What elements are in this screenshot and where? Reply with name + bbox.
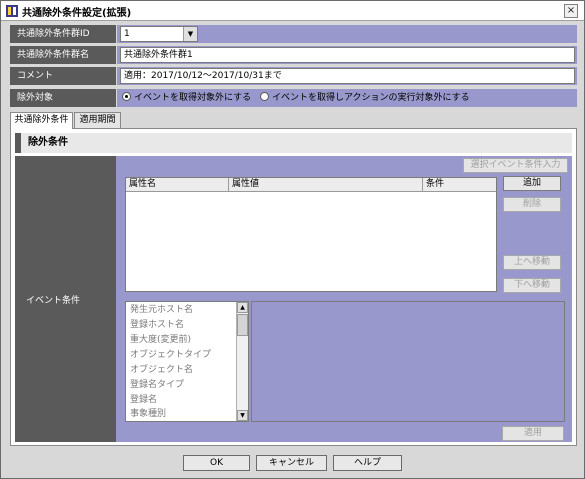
comment-row: コメント 適用：2017/10/12～2017/10/31まで (10, 67, 577, 85)
radio-selected-icon[interactable] (122, 92, 131, 101)
help-button[interactable]: ヘルプ (333, 455, 402, 471)
dialog-window: 共通除外条件設定(拡張) × 共通除外条件群ID 1 ▼ 共通除外条件群名 共通… (0, 0, 585, 479)
tab-apply-period[interactable]: 適用期間 (74, 112, 121, 128)
condition-table: 属性名 属性値 条件 (125, 177, 497, 292)
section-marker (15, 133, 21, 153)
radio-unselected-icon[interactable] (260, 92, 269, 101)
group-name-row: 共通除外条件群名 共通除外条件群1 (10, 46, 577, 64)
column-header-condition[interactable]: 条件 (423, 178, 496, 191)
column-header-attribute-name[interactable]: 属性名 (126, 178, 229, 191)
ok-button[interactable]: OK (183, 455, 250, 471)
app-icon (6, 5, 18, 17)
list-item[interactable]: 登録名タイプ (130, 379, 184, 392)
tab-panel: 除外条件 イベント条件 選択イベント条件入力 属性名 属性値 条件 追加 削除 … (10, 128, 577, 446)
event-condition-label-cell: イベント条件 (15, 156, 116, 442)
window-title: 共通除外条件設定(拡張) (22, 8, 132, 19)
section-header: 除外条件 (15, 133, 572, 153)
comment-input[interactable]: 適用：2017/10/12～2017/10/31まで (120, 68, 575, 84)
select-event-condition-button[interactable]: 選択イベント条件入力 (463, 158, 568, 173)
list-item[interactable]: オブジェクトタイプ (130, 349, 211, 362)
group-name-input[interactable]: 共通除外条件群1 (120, 47, 575, 63)
list-item[interactable]: 発生元ホスト名 (130, 304, 193, 317)
group-id-value: 1 (124, 29, 130, 39)
chevron-down-icon[interactable]: ▼ (183, 27, 197, 41)
comment-label: コメント (10, 67, 116, 85)
exclusion-target-field-area: イベントを取得対象外にする イベントを取得しアクションの実行対象外にする (117, 89, 577, 107)
move-up-button[interactable]: 上へ移動 (503, 255, 561, 270)
exclusion-target-row: 除外対象 イベントを取得対象外にする イベントを取得しアクションの実行対象外にす… (10, 89, 577, 107)
radio-exclude-acquisition[interactable]: イベントを取得対象外にする (122, 91, 251, 105)
event-condition-area: 選択イベント条件入力 属性名 属性値 条件 追加 削除 上へ移動 下へ移動 発生… (116, 156, 572, 442)
attribute-list[interactable]: 発生元ホスト名 登録ホスト名 重大度(変更前) オブジェクトタイプ オブジェクト… (125, 301, 249, 422)
title-bar: 共通除外条件設定(拡張) × (1, 1, 584, 21)
move-down-button[interactable]: 下へ移動 (503, 278, 561, 293)
close-button[interactable]: × (564, 4, 578, 18)
list-item[interactable]: 登録ホスト名 (130, 319, 184, 332)
list-item[interactable]: 登録名 (130, 394, 157, 407)
scroll-up-icon[interactable]: ▲ (237, 302, 248, 313)
radio-exclude-action-label: イベントを取得しアクションの実行対象外にする (272, 93, 470, 103)
radio-exclude-action[interactable]: イベントを取得しアクションの実行対象外にする (260, 91, 470, 105)
tab-common-exclusion[interactable]: 共通除外条件 (10, 112, 73, 129)
cancel-button[interactable]: キャンセル (256, 455, 327, 471)
exclusion-target-label: 除外対象 (10, 89, 116, 107)
scroll-down-icon[interactable]: ▼ (237, 410, 248, 421)
group-id-field-area: 1 ▼ (117, 25, 577, 43)
event-condition-label: イベント条件 (26, 296, 81, 306)
add-button[interactable]: 追加 (503, 176, 561, 191)
group-id-row: 共通除外条件群ID 1 ▼ (10, 25, 577, 43)
group-id-label: 共通除外条件群ID (10, 25, 116, 43)
condition-detail-panel (251, 301, 565, 422)
column-header-attribute-value[interactable]: 属性値 (229, 178, 423, 191)
list-item[interactable]: 事象種別 (130, 408, 166, 421)
group-name-field-area: 共通除外条件群1 (117, 46, 577, 64)
scroll-thumb[interactable] (237, 314, 248, 336)
apply-button[interactable]: 適用 (502, 426, 564, 441)
radio-exclude-acquisition-label: イベントを取得対象外にする (134, 93, 252, 103)
group-id-select[interactable]: 1 ▼ (120, 26, 198, 42)
delete-button[interactable]: 削除 (503, 197, 561, 212)
comment-field-area: 適用：2017/10/12～2017/10/31まで (117, 67, 577, 85)
group-name-label: 共通除外条件群名 (10, 46, 116, 64)
condition-table-header: 属性名 属性値 条件 (126, 178, 496, 192)
section-title: 除外条件 (28, 137, 68, 148)
attribute-list-scrollbar[interactable]: ▲ ▼ (236, 302, 248, 421)
list-item[interactable]: 重大度(変更前) (130, 334, 191, 347)
list-item[interactable]: オブジェクト名 (130, 364, 193, 377)
